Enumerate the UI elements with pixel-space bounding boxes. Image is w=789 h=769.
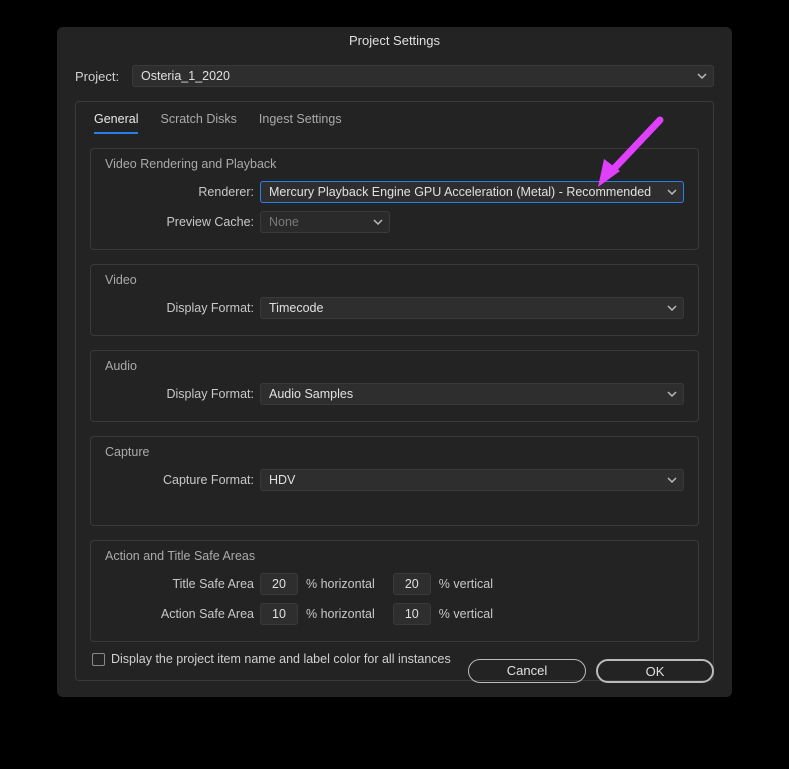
horizontal-unit: % horizontal (306, 577, 375, 591)
chevron-down-icon (667, 187, 677, 197)
tab-ingest-settings[interactable]: Ingest Settings (259, 112, 342, 134)
video-display-format-select[interactable]: Timecode (260, 297, 684, 319)
title-safe-vertical-input[interactable] (393, 573, 431, 595)
action-safe-vertical-input[interactable] (393, 603, 431, 625)
renderer-select[interactable]: Mercury Playback Engine GPU Acceleration… (260, 181, 684, 203)
display-item-name-checkbox[interactable] (92, 653, 105, 666)
capture-format-value: HDV (269, 473, 295, 487)
group-safe-areas-title: Action and Title Safe Areas (105, 549, 684, 563)
main-panel: General Scratch Disks Ingest Settings Vi… (75, 101, 714, 681)
cancel-button[interactable]: Cancel (468, 659, 586, 683)
chevron-down-icon (667, 389, 677, 399)
video-display-format-value: Timecode (269, 301, 323, 315)
group-video-title: Video (105, 273, 684, 287)
group-video: Video Display Format: Timecode (90, 264, 699, 336)
tab-scratch-disks[interactable]: Scratch Disks (160, 112, 236, 134)
preview-cache-label: Preview Cache: (105, 215, 260, 229)
dialog-buttons: Cancel OK (468, 659, 714, 683)
horizontal-unit: % horizontal (306, 607, 375, 621)
capture-format-label: Capture Format: (105, 473, 260, 487)
capture-format-select[interactable]: HDV (260, 469, 684, 491)
preview-cache-value: None (269, 215, 299, 229)
action-safe-label: Action Safe Area (105, 607, 260, 621)
window-title: Project Settings (57, 27, 732, 55)
group-audio: Audio Display Format: Audio Samples (90, 350, 699, 422)
audio-display-format-value: Audio Samples (269, 387, 353, 401)
renderer-label: Renderer: (105, 185, 260, 199)
group-capture: Capture Capture Format: HDV (90, 436, 699, 526)
project-row: Project: Osteria_1_2020 (75, 65, 714, 87)
preview-cache-select: None (260, 211, 390, 233)
project-settings-window: Project Settings Project: Osteria_1_2020… (57, 27, 732, 697)
chevron-down-icon (667, 475, 677, 485)
window-content: Project: Osteria_1_2020 General Scratch … (57, 55, 732, 709)
project-label: Project: (75, 69, 124, 84)
chevron-down-icon (697, 71, 707, 81)
chevron-down-icon (667, 303, 677, 313)
tab-general[interactable]: General (94, 112, 138, 134)
group-rendering: Video Rendering and Playback Renderer: M… (90, 148, 699, 250)
group-safe-areas: Action and Title Safe Areas Title Safe A… (90, 540, 699, 642)
audio-display-format-select[interactable]: Audio Samples (260, 383, 684, 405)
project-select-value: Osteria_1_2020 (141, 69, 230, 83)
tabs: General Scratch Disks Ingest Settings (90, 102, 699, 134)
group-rendering-title: Video Rendering and Playback (105, 157, 684, 171)
renderer-select-value: Mercury Playback Engine GPU Acceleration… (269, 185, 651, 199)
group-capture-title: Capture (105, 445, 684, 459)
project-select[interactable]: Osteria_1_2020 (132, 65, 714, 87)
display-item-name-label: Display the project item name and label … (111, 652, 451, 666)
audio-display-format-label: Display Format: (105, 387, 260, 401)
action-safe-horizontal-input[interactable] (260, 603, 298, 625)
video-display-format-label: Display Format: (105, 301, 260, 315)
vertical-unit: % vertical (439, 607, 493, 621)
ok-button[interactable]: OK (596, 659, 714, 683)
vertical-unit: % vertical (439, 577, 493, 591)
group-audio-title: Audio (105, 359, 684, 373)
title-safe-horizontal-input[interactable] (260, 573, 298, 595)
title-safe-label: Title Safe Area (105, 577, 260, 591)
chevron-down-icon (373, 217, 383, 227)
